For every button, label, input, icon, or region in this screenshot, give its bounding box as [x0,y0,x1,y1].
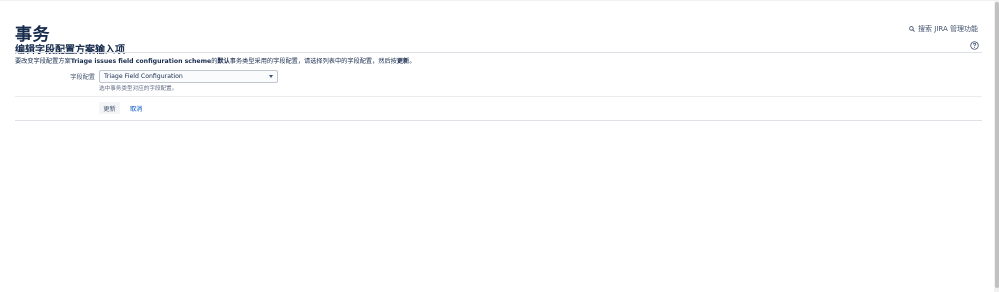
admin-search-link[interactable]: 搜索 JIRA 管理功能 [909,24,978,34]
update-button[interactable]: 更新 [99,102,120,114]
field-hint: 选中事务类型对应的字段配置。 [99,86,178,92]
description-suffix: 。 [409,58,416,65]
description-middle-2: 事务类型采用的字段配置，请选择列表中的字段配置，然后按 [229,58,397,65]
field-configuration-label: 字段配置 [70,74,95,81]
section-divider [15,52,982,53]
field-configuration-select[interactable]: Triage Field Configuration [99,70,278,83]
description-prefix: 要改变字段配置方案 [15,58,71,65]
update-word: 更新 [396,58,410,65]
section-title: 编辑字段配置方案输入项 [15,45,125,56]
scheme-name: Triage issues field configuration scheme [70,58,212,65]
scrollbar-thumb[interactable] [995,2,999,288]
help-icon[interactable] [970,41,979,50]
form-divider [15,96,982,97]
select-value: Triage Field Configuration [104,73,183,80]
admin-search-label: 搜索 JIRA 管理功能 [918,25,978,33]
chevron-down-icon [269,75,273,78]
top-divider [0,0,999,1]
description-text: 要改变字段配置方案Triage issues field configurati… [15,56,415,65]
vertical-scrollbar[interactable] [994,0,999,292]
cancel-link[interactable]: 取消 [130,104,142,113]
bottom-divider [15,120,982,121]
default-word: 默认 [217,58,230,65]
search-icon [909,26,915,32]
